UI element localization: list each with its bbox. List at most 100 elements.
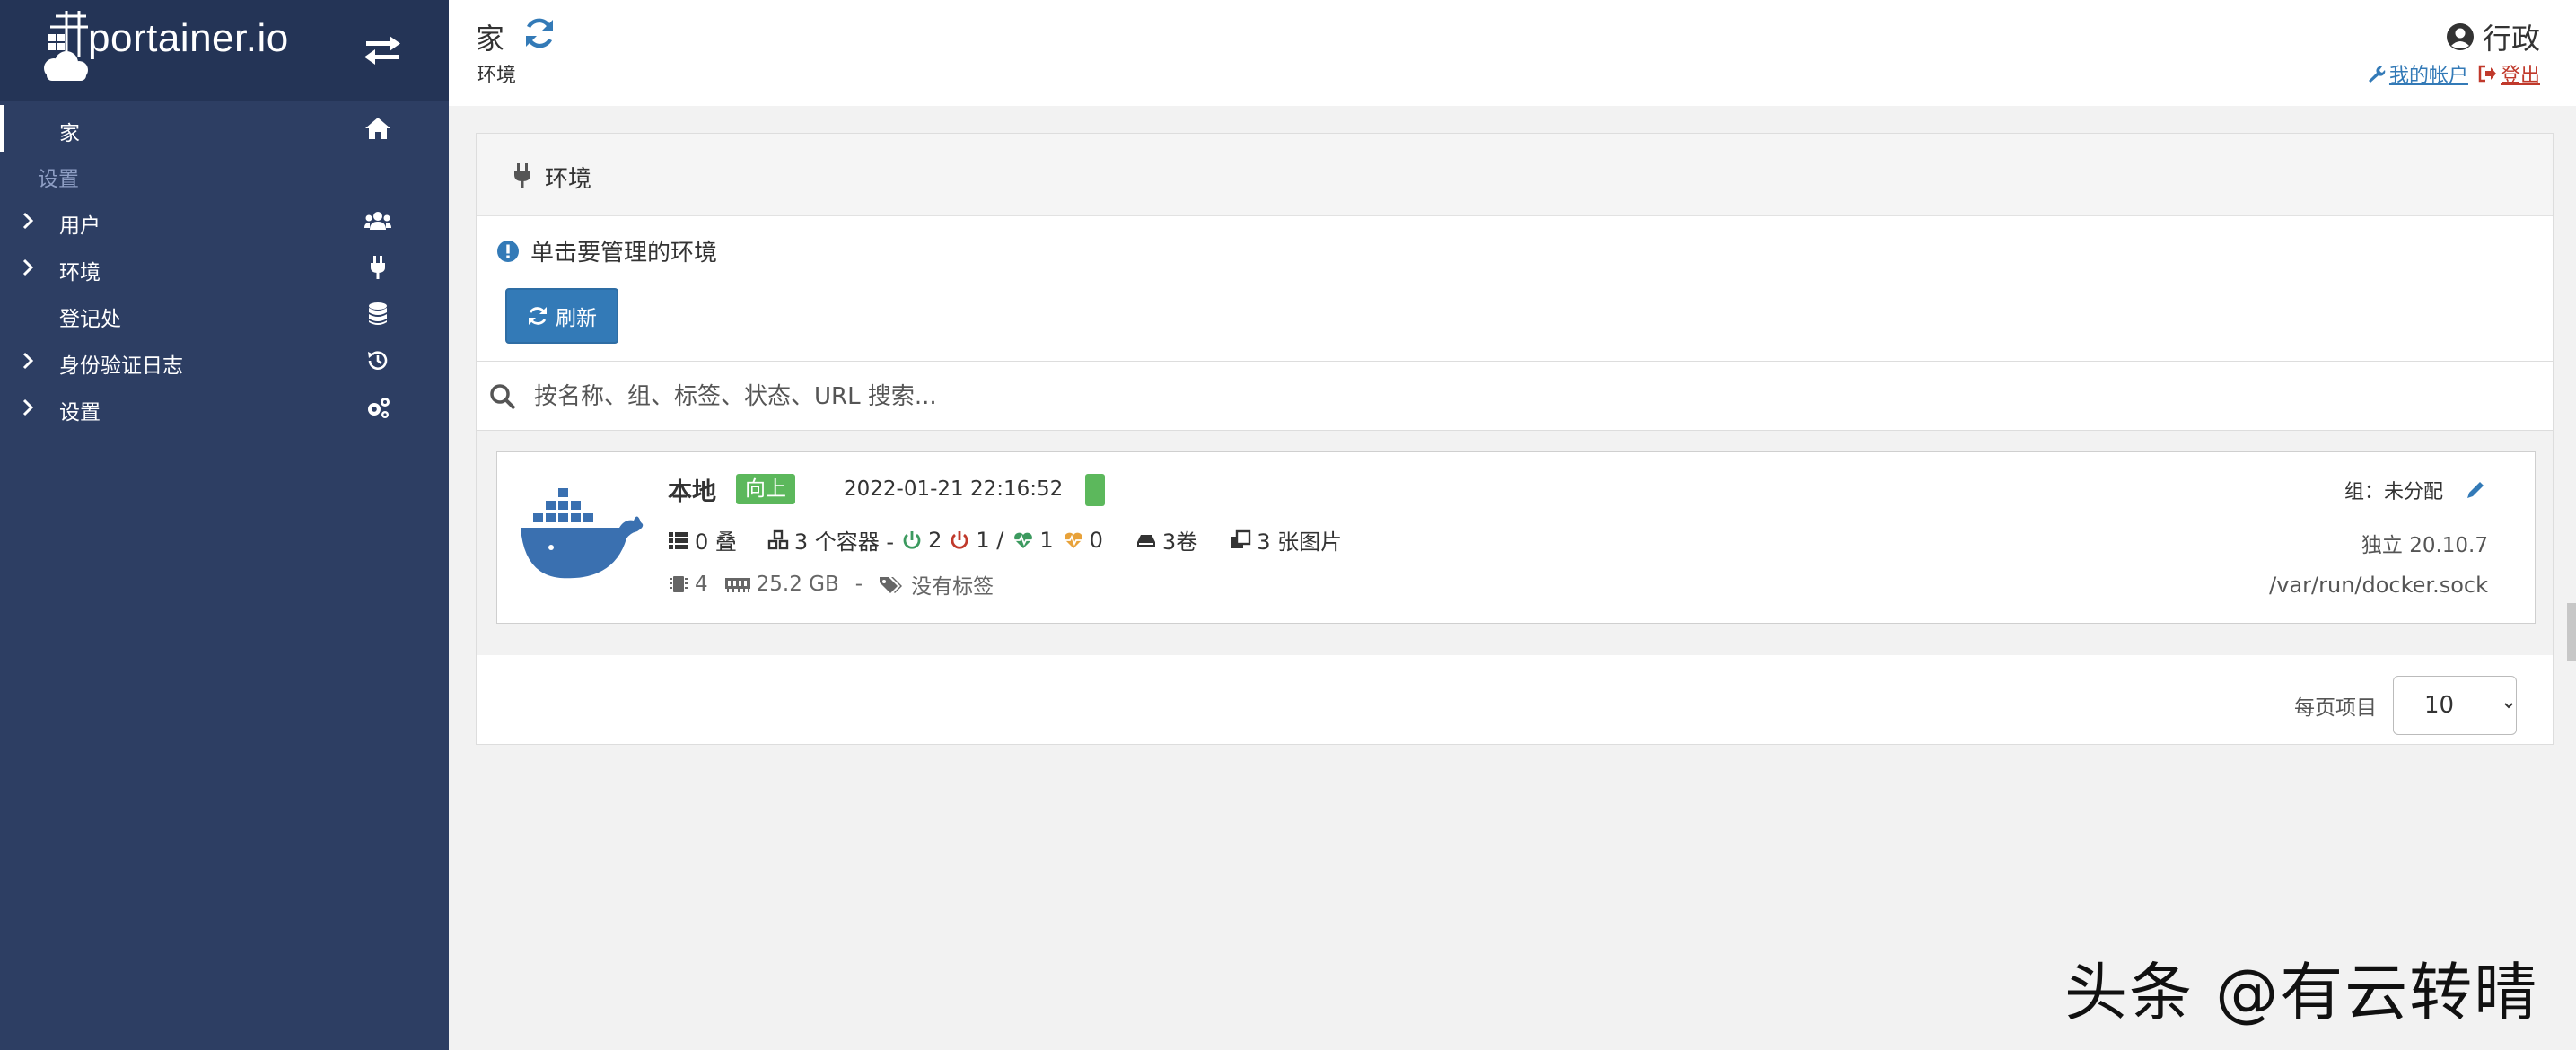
sidebar-section-settings: 设置: [38, 168, 79, 191]
sidebar-item-environments[interactable]: 环境: [0, 244, 449, 291]
tags-text: 没有标签: [911, 575, 994, 599]
environment-stats: 0 叠 3 个容器 - 2 1 / 1 0 3卷 3 张图片: [668, 524, 1342, 556]
sidebar-item-label: 环境: [59, 261, 101, 284]
sidebar-item-label: 登记处: [59, 308, 121, 331]
brand-bar: portainer.io: [0, 0, 449, 101]
search-input[interactable]: [534, 374, 2509, 419]
cubes-icon: [767, 529, 789, 549]
active-indicator: [0, 105, 4, 152]
sidebar-item-auth-logs[interactable]: 身份验证日志: [0, 337, 449, 384]
stopped-count: 1 /: [976, 527, 1004, 553]
plug-icon: [371, 256, 385, 279]
group-label: 组：未分配: [2344, 481, 2443, 503]
tags-icon: [880, 577, 903, 593]
clone-icon: [1231, 529, 1251, 548]
my-account-label: 我的帐户: [2388, 65, 2468, 87]
info-message: 单击要管理的环境: [496, 234, 717, 267]
pencil-icon[interactable]: [2465, 479, 2486, 501]
page-header: 家 环境 行政 我的帐户 登出: [449, 0, 2576, 106]
database-icon: [369, 302, 387, 325]
microchip-icon: [670, 576, 688, 592]
power-on-icon: [903, 530, 921, 549]
sign-out-icon: [2478, 65, 2496, 83]
refresh-icon[interactable]: [522, 16, 556, 50]
environment-socket: /var/run/docker.sock: [2269, 573, 2488, 598]
unhealthy-stat: 0: [1063, 528, 1103, 553]
user-circle-icon: [2446, 23, 2474, 50]
running-stat: 2: [901, 528, 942, 553]
items-per-page-label: 每页项目: [2294, 696, 2377, 720]
breadcrumb: 环境: [477, 65, 517, 87]
heartbeat-indicator: [1085, 474, 1105, 506]
sidebar-toggle-icon[interactable]: [363, 34, 402, 66]
refresh-button[interactable]: 刷新: [505, 288, 618, 344]
logout-label: 登出: [2500, 65, 2540, 87]
healthy-count: 1: [1039, 527, 1054, 553]
my-account-link[interactable]: 我的帐户: [2366, 59, 2468, 88]
sidebar-item-label: 家: [59, 122, 80, 145]
images-count: 3 张图片: [1257, 529, 1343, 555]
plug-icon: [514, 163, 530, 188]
heartbeat-healthy-icon: [1014, 532, 1033, 548]
stopped-stat: 1 /: [949, 528, 1003, 553]
healthy-stat: 1: [1012, 527, 1054, 553]
page-scrollbar[interactable]: [2567, 603, 2576, 661]
sidebar-item-label: 用户: [59, 214, 101, 238]
unhealthy-count: 0: [1089, 527, 1103, 553]
environment-card[interactable]: 本地 向上 2022-01-21 22:16:52 0 叠 3 个容器 - 2: [496, 451, 2536, 624]
brand-name[interactable]: portainer.io: [88, 16, 289, 61]
app-root: portainer.io 家 设置 用户 环境 登记处 身份验证日志 设置 家 …: [0, 0, 2576, 1050]
search-icon: [490, 384, 516, 410]
sidebar: portainer.io 家 设置 用户 环境 登记处 身份验证日志 设置: [0, 0, 449, 1050]
memory-size: 25.2 GB: [756, 573, 839, 596]
hdd-icon: [1136, 534, 1155, 547]
logout-link[interactable]: 登出: [2477, 59, 2540, 88]
list-icon: [669, 531, 688, 549]
environment-name[interactable]: 本地: [668, 472, 716, 507]
exclamation-circle-icon: [497, 240, 519, 262]
chevron-right-icon[interactable]: [20, 351, 36, 371]
sidebar-item-home[interactable]: 家: [0, 105, 449, 152]
sidebar-item-users[interactable]: 用户: [0, 197, 449, 244]
pagination: 每页项目 10: [2294, 676, 2517, 735]
sidebar-item-registries[interactable]: 登记处: [0, 291, 449, 337]
volumes-count: 3卷: [1161, 529, 1198, 555]
heartbeat-unhealthy-icon: [1064, 532, 1082, 548]
users-icon: [364, 212, 391, 230]
wrench-icon: [2368, 66, 2386, 83]
sidebar-item-settings[interactable]: 设置: [0, 384, 449, 431]
sidebar-item-label: 身份验证日志: [59, 354, 183, 378]
meta-separator: -: [854, 573, 863, 596]
portainer-logo-icon[interactable]: [39, 7, 93, 88]
gears-icon: [368, 398, 390, 418]
environments-widget: 环境 单击要管理的环境 刷新 按名称、组、标签、状态、URL 搜索... 本地 …: [476, 133, 2554, 745]
page-title: 家: [476, 22, 505, 56]
widget-header: 环境: [477, 134, 2553, 216]
status-badge: 向上: [736, 474, 795, 504]
stacks-count: 0 叠: [695, 529, 737, 555]
watermark: 头条 @有云转晴: [2064, 956, 2539, 1029]
chevron-right-icon[interactable]: [20, 211, 36, 231]
stacks-stat: 0 叠: [668, 524, 737, 556]
memory-icon: [724, 578, 750, 592]
power-off-icon: [951, 530, 968, 549]
tags-stat: 没有标签: [879, 569, 994, 599]
home-icon: [365, 118, 390, 139]
cpu-count: 4: [695, 573, 708, 596]
items-per-page-select[interactable]: 10: [2393, 676, 2517, 735]
containers-count: 3 个容器 -: [793, 529, 895, 555]
history-icon: [368, 351, 388, 370]
info-text: 单击要管理的环境: [530, 240, 718, 267]
chevron-right-icon[interactable]: [20, 258, 36, 277]
environment-version: 独立 20.10.7: [2361, 534, 2488, 557]
environment-group: 组：未分配: [2344, 476, 2486, 504]
running-count: 2: [928, 527, 942, 553]
environment-meta: 4 25.2 GB - 没有标签: [668, 569, 994, 599]
sidebar-item-label: 设置: [59, 401, 101, 424]
widget-title: 环境: [545, 166, 592, 193]
containers-stat: 3 个容器 -: [767, 524, 894, 556]
chevron-right-icon[interactable]: [20, 398, 36, 417]
search-bar: [477, 361, 2553, 431]
volumes-stat: 3卷: [1135, 524, 1197, 556]
images-stat: 3 张图片: [1230, 524, 1342, 556]
